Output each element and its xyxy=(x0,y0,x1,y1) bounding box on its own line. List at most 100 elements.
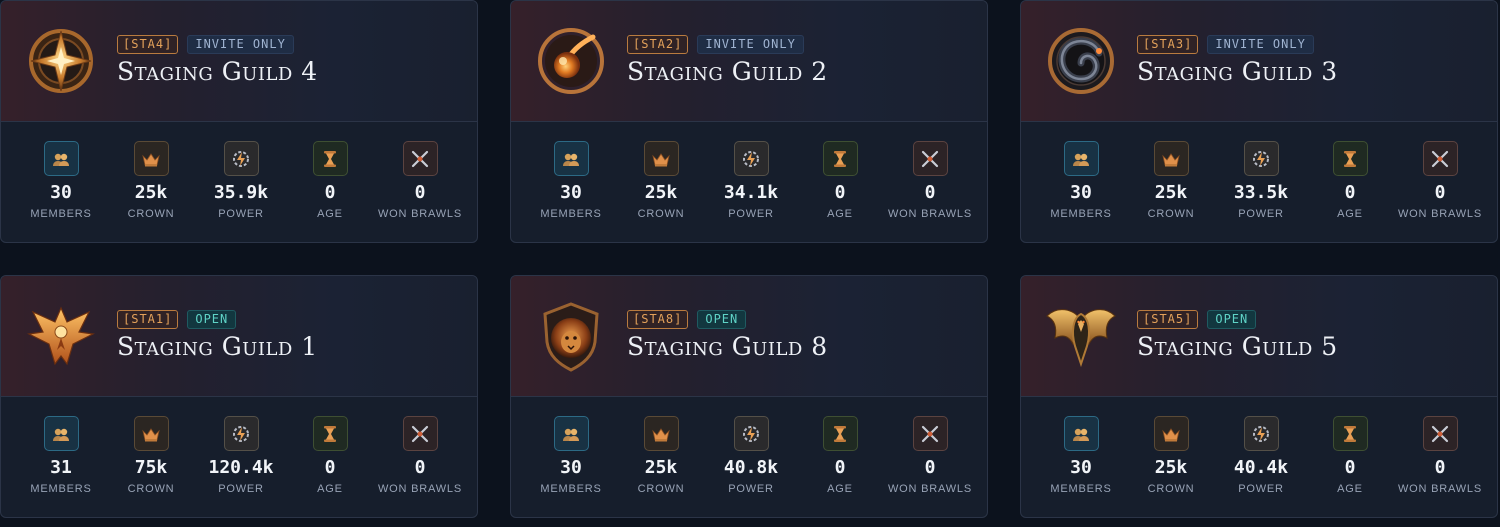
stat-label: AGE xyxy=(317,208,343,220)
stat-label: POWER xyxy=(728,483,774,495)
stat-label: CROWN xyxy=(127,483,175,495)
members-icon xyxy=(43,141,79,176)
stat-value: 30 xyxy=(560,457,582,478)
stat-label: CROWN xyxy=(637,483,685,495)
members-icon xyxy=(553,416,589,451)
stat-label: WON BRAWLS xyxy=(888,208,972,220)
dragon-ring-emblem xyxy=(1043,23,1119,99)
stat-value: 0 xyxy=(924,182,936,203)
crossed-swords-icon xyxy=(402,416,438,451)
stat-members: 30 MEMBERS xyxy=(1031,141,1131,221)
power-icon xyxy=(223,416,259,451)
stat-label: WON BRAWLS xyxy=(1398,483,1482,495)
stat-power: 35.9k POWER xyxy=(191,141,291,221)
stat-age: 0 AGE xyxy=(1300,141,1400,221)
stat-crown: 75k CROWN xyxy=(101,416,201,496)
guild-card[interactable]: [STA2] INVITE ONLY Staging Guild 2 30 ME… xyxy=(510,0,988,243)
stat-value: 40.4k xyxy=(1233,457,1289,478)
stat-label: MEMBERS xyxy=(540,483,602,495)
guild-card-header: [STA1] OPEN Staging Guild 1 xyxy=(1,276,477,397)
stat-value: 34.1k xyxy=(723,182,779,203)
guild-stats: 30 MEMBERS 25k CROWN 34.1k POWER 0 AGE 0 xyxy=(511,122,987,242)
guild-status-badge: INVITE ONLY xyxy=(187,35,294,54)
crossed-swords-icon xyxy=(912,416,948,451)
guild-tag: [STA8] xyxy=(627,310,689,329)
stat-members: 30 MEMBERS xyxy=(521,416,621,496)
stat-crown: 25k CROWN xyxy=(611,141,711,221)
stat-members: 30 MEMBERS xyxy=(11,141,111,221)
stat-crown: 25k CROWN xyxy=(1121,416,1221,496)
stat-label: WON BRAWLS xyxy=(378,208,462,220)
members-icon xyxy=(1063,141,1099,176)
power-icon xyxy=(223,141,259,176)
stat-value: 25k xyxy=(1154,457,1188,478)
stat-label: WON BRAWLS xyxy=(378,483,462,495)
guild-card[interactable]: [STA5] OPEN Staging Guild 5 30 MEMBERS 2… xyxy=(1020,275,1498,518)
guild-stats: 31 MEMBERS 75k CROWN 120.4k POWER 0 AGE … xyxy=(1,397,477,517)
stat-label: MEMBERS xyxy=(1050,483,1112,495)
guild-stats: 30 MEMBERS 25k CROWN 40.4k POWER 0 AGE 0 xyxy=(1021,397,1497,517)
stat-won-brawls: 0 WON BRAWLS xyxy=(1390,141,1490,221)
guild-card[interactable]: [STA1] OPEN Staging Guild 1 31 MEMBERS 7… xyxy=(0,275,478,518)
stat-value: 35.9k xyxy=(213,182,269,203)
stat-age: 0 AGE xyxy=(1300,416,1400,496)
stat-value: 30 xyxy=(560,182,582,203)
guild-card[interactable]: [STA8] OPEN Staging Guild 8 30 MEMBERS 2… xyxy=(510,275,988,518)
stat-label: AGE xyxy=(317,483,343,495)
guild-stats: 30 MEMBERS 25k CROWN 35.9k POWER 0 AGE 0 xyxy=(1,122,477,242)
stat-value: 120.4k xyxy=(208,457,274,478)
guild-name: Staging Guild 8 xyxy=(627,332,828,361)
eagle-wings-emblem xyxy=(1043,298,1119,374)
power-icon xyxy=(733,416,769,451)
stat-crown: 25k CROWN xyxy=(101,141,201,221)
guild-card[interactable]: [STA4] INVITE ONLY Staging Guild 4 30 ME… xyxy=(0,0,478,243)
hourglass-icon xyxy=(312,141,348,176)
crown-icon xyxy=(1153,141,1189,176)
guild-status-badge: OPEN xyxy=(697,310,747,329)
stat-value: 30 xyxy=(50,182,72,203)
stat-value: 0 xyxy=(1344,182,1356,203)
stat-label: CROWN xyxy=(1147,483,1195,495)
guild-tag: [STA5] xyxy=(1137,310,1199,329)
crossed-swords-icon xyxy=(1422,416,1458,451)
stat-label: POWER xyxy=(728,208,774,220)
stat-value: 25k xyxy=(644,457,678,478)
members-icon xyxy=(1063,416,1099,451)
stat-value: 33.5k xyxy=(1233,182,1289,203)
guild-status-badge: INVITE ONLY xyxy=(1207,35,1314,54)
guild-name: Staging Guild 5 xyxy=(1137,332,1338,361)
stat-value: 30 xyxy=(1070,457,1092,478)
stat-value: 0 xyxy=(1434,182,1446,203)
stat-value: 31 xyxy=(50,457,72,478)
stat-label: CROWN xyxy=(637,208,685,220)
stat-value: 0 xyxy=(324,182,336,203)
crossed-swords-icon xyxy=(912,141,948,176)
stat-members: 30 MEMBERS xyxy=(521,141,621,221)
stat-won-brawls: 0 WON BRAWLS xyxy=(880,416,980,496)
crossed-swords-icon xyxy=(402,141,438,176)
stat-age: 0 AGE xyxy=(280,141,380,221)
stat-power: 120.4k POWER xyxy=(191,416,291,496)
stat-age: 0 AGE xyxy=(790,416,890,496)
stat-value: 0 xyxy=(414,457,426,478)
guild-card-header: [STA8] OPEN Staging Guild 8 xyxy=(511,276,987,397)
lion-shield-emblem xyxy=(533,298,609,374)
stat-won-brawls: 0 WON BRAWLS xyxy=(1390,416,1490,496)
guild-list: [STA4] INVITE ONLY Staging Guild 4 30 ME… xyxy=(0,0,1500,527)
power-icon xyxy=(1243,141,1279,176)
compass-star-shield-emblem xyxy=(23,23,99,99)
guild-card[interactable]: [STA3] INVITE ONLY Staging Guild 3 30 ME… xyxy=(1020,0,1498,243)
stat-age: 0 AGE xyxy=(280,416,380,496)
guild-card-header: [STA3] INVITE ONLY Staging Guild 3 xyxy=(1021,1,1497,122)
guild-stats: 30 MEMBERS 25k CROWN 40.8k POWER 0 AGE 0 xyxy=(511,397,987,517)
guild-name: Staging Guild 3 xyxy=(1137,57,1338,86)
stat-label: POWER xyxy=(1238,483,1284,495)
stat-label: MEMBERS xyxy=(30,483,92,495)
stat-value: 25k xyxy=(1154,182,1188,203)
hourglass-icon xyxy=(822,141,858,176)
stat-value: 25k xyxy=(134,182,168,203)
stat-label: CROWN xyxy=(1147,208,1195,220)
power-icon xyxy=(733,141,769,176)
guild-name: Staging Guild 4 xyxy=(117,57,318,86)
stat-label: WON BRAWLS xyxy=(888,483,972,495)
